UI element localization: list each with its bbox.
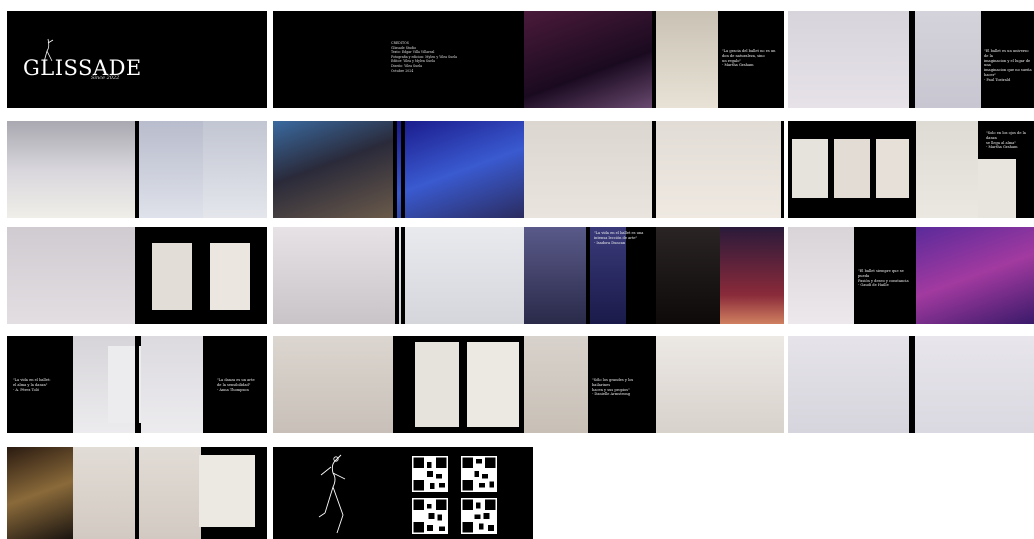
spine: [652, 227, 656, 324]
spine: [401, 121, 405, 218]
spine: [909, 11, 913, 108]
spine: [909, 121, 913, 218]
photo-dancer-white-tutu: [141, 336, 203, 433]
photo-dancer-seated: [199, 455, 255, 527]
photo-small-2: [834, 139, 870, 198]
spread-12[interactable]: "El ballet siempre que se pueda Pasión y …: [788, 227, 1034, 324]
photo-two-girls: [203, 121, 267, 218]
spread-14[interactable]: [273, 336, 533, 433]
spread-4[interactable]: "El ballet es un universo de la imaginaci…: [788, 11, 1034, 108]
spread-13[interactable]: "La vida en el ballet: el alma y la danza…: [7, 336, 267, 433]
spine: [909, 227, 913, 324]
dancer-silhouette-icon: [318, 454, 346, 534]
quote-text: "La vida en el ballet es una intensa lecc…: [594, 231, 644, 245]
spine: [401, 227, 405, 324]
photo-two-girls-lilac: [788, 336, 911, 433]
photo-stage-blue: [397, 121, 533, 218]
spread-6[interactable]: [273, 121, 533, 218]
spine: [135, 336, 139, 433]
qr-code-icon[interactable]: [461, 498, 497, 534]
spread-3[interactable]: "La gracia del ballet no es un don de nat…: [524, 11, 784, 108]
photo-dancer-spotlight: [7, 447, 73, 539]
photo-girls-white-tutu: [656, 336, 784, 433]
quote-text: "Solo en los ojos de la danza se llega al…: [986, 131, 1026, 150]
quote-text: "El ballet siempre que se pueda Pasión y …: [858, 269, 911, 288]
photo-pointe-feet: [7, 121, 135, 218]
photo-small-1: [792, 139, 828, 198]
spine: [135, 121, 139, 218]
spine: [135, 447, 139, 539]
photo-dancer-red: [524, 11, 654, 108]
qr-code-icon[interactable]: [412, 498, 448, 534]
credits-text: CREDITOS Glissade Studio Texto: Edgar Vi…: [391, 41, 457, 73]
spread-16[interactable]: [788, 336, 1034, 433]
photo-dancers-back: [788, 11, 911, 108]
photo-dancer-arm: [915, 11, 981, 108]
photo-dancer-sitting: [467, 342, 519, 427]
spread-cover[interactable]: GLISSADE Since 2022: [7, 11, 267, 108]
dancer-logo-icon: [43, 38, 54, 63]
qr-code-icon[interactable]: [461, 456, 497, 492]
photo-group-floor: [273, 227, 395, 324]
photo-dancer-red-leap: [415, 342, 459, 427]
spine: [909, 336, 913, 433]
photo-dancer-black: [916, 121, 978, 218]
qr-code-icon[interactable]: [412, 456, 448, 492]
photo-three-dancers: [524, 336, 588, 433]
photo-portrait-hand: [524, 121, 652, 218]
photo-group-logo: [399, 227, 533, 324]
photo-stage-purple: [916, 227, 1034, 324]
photo-portrait-b: [210, 243, 250, 310]
photo-dancer-pose: [788, 227, 854, 324]
photo-portrait-a: [152, 243, 192, 310]
spine: [652, 336, 656, 433]
spread-11[interactable]: "La vida en el ballet es una intensa lecc…: [524, 227, 784, 324]
photo-small-3: [876, 139, 912, 198]
photo-dancer-tutu: [139, 121, 203, 218]
cover-subtitle: Since 2022: [91, 75, 120, 81]
spread-7[interactable]: [524, 121, 784, 218]
spread-9[interactable]: [7, 227, 267, 324]
spread-15[interactable]: "Sólo los grandes y los bailarines hacen …: [524, 336, 784, 433]
spread-5[interactable]: [7, 121, 267, 218]
quote-text: "La gracia del ballet no es un don de nat…: [722, 49, 776, 68]
photo-dancer-white: [656, 11, 718, 108]
photo-tutu-floor: [915, 336, 1034, 433]
spine: [652, 121, 656, 218]
quote-text: "Sólo los grandes y los bailarines hacen …: [592, 378, 634, 397]
quote-text: "El ballet es un universo de la imaginaci…: [984, 49, 1032, 82]
spine: [401, 336, 405, 433]
spread-17[interactable]: [7, 447, 267, 539]
credits-line: Octubre 2024: [391, 68, 414, 73]
spread-10[interactable]: [273, 227, 533, 324]
spread-8[interactable]: "Solo en los ojos de la danza se llega al…: [788, 121, 1034, 218]
photo-dancer-floor: [7, 227, 135, 324]
photo-costume-mask: [273, 121, 393, 218]
spine: [652, 11, 656, 108]
quote-text: "La danza es un arte de la sensibilidad" -…: [217, 378, 255, 392]
spine: [135, 227, 139, 324]
photo-stage-pink: [524, 227, 586, 324]
photo-dancer-brown: [656, 227, 720, 324]
photo-stretching: [273, 336, 393, 433]
photo-portraits-pair: [656, 121, 781, 218]
spread-credits[interactable]: CREDITOS Glissade Studio Texto: Edgar Vi…: [273, 11, 533, 108]
photo-portrait-small: [978, 159, 1016, 218]
spread-qr[interactable]: [273, 447, 533, 539]
quote-text: "La vida en el ballet: el alma y la danza…: [13, 378, 51, 392]
photo-stage-red: [720, 227, 784, 324]
